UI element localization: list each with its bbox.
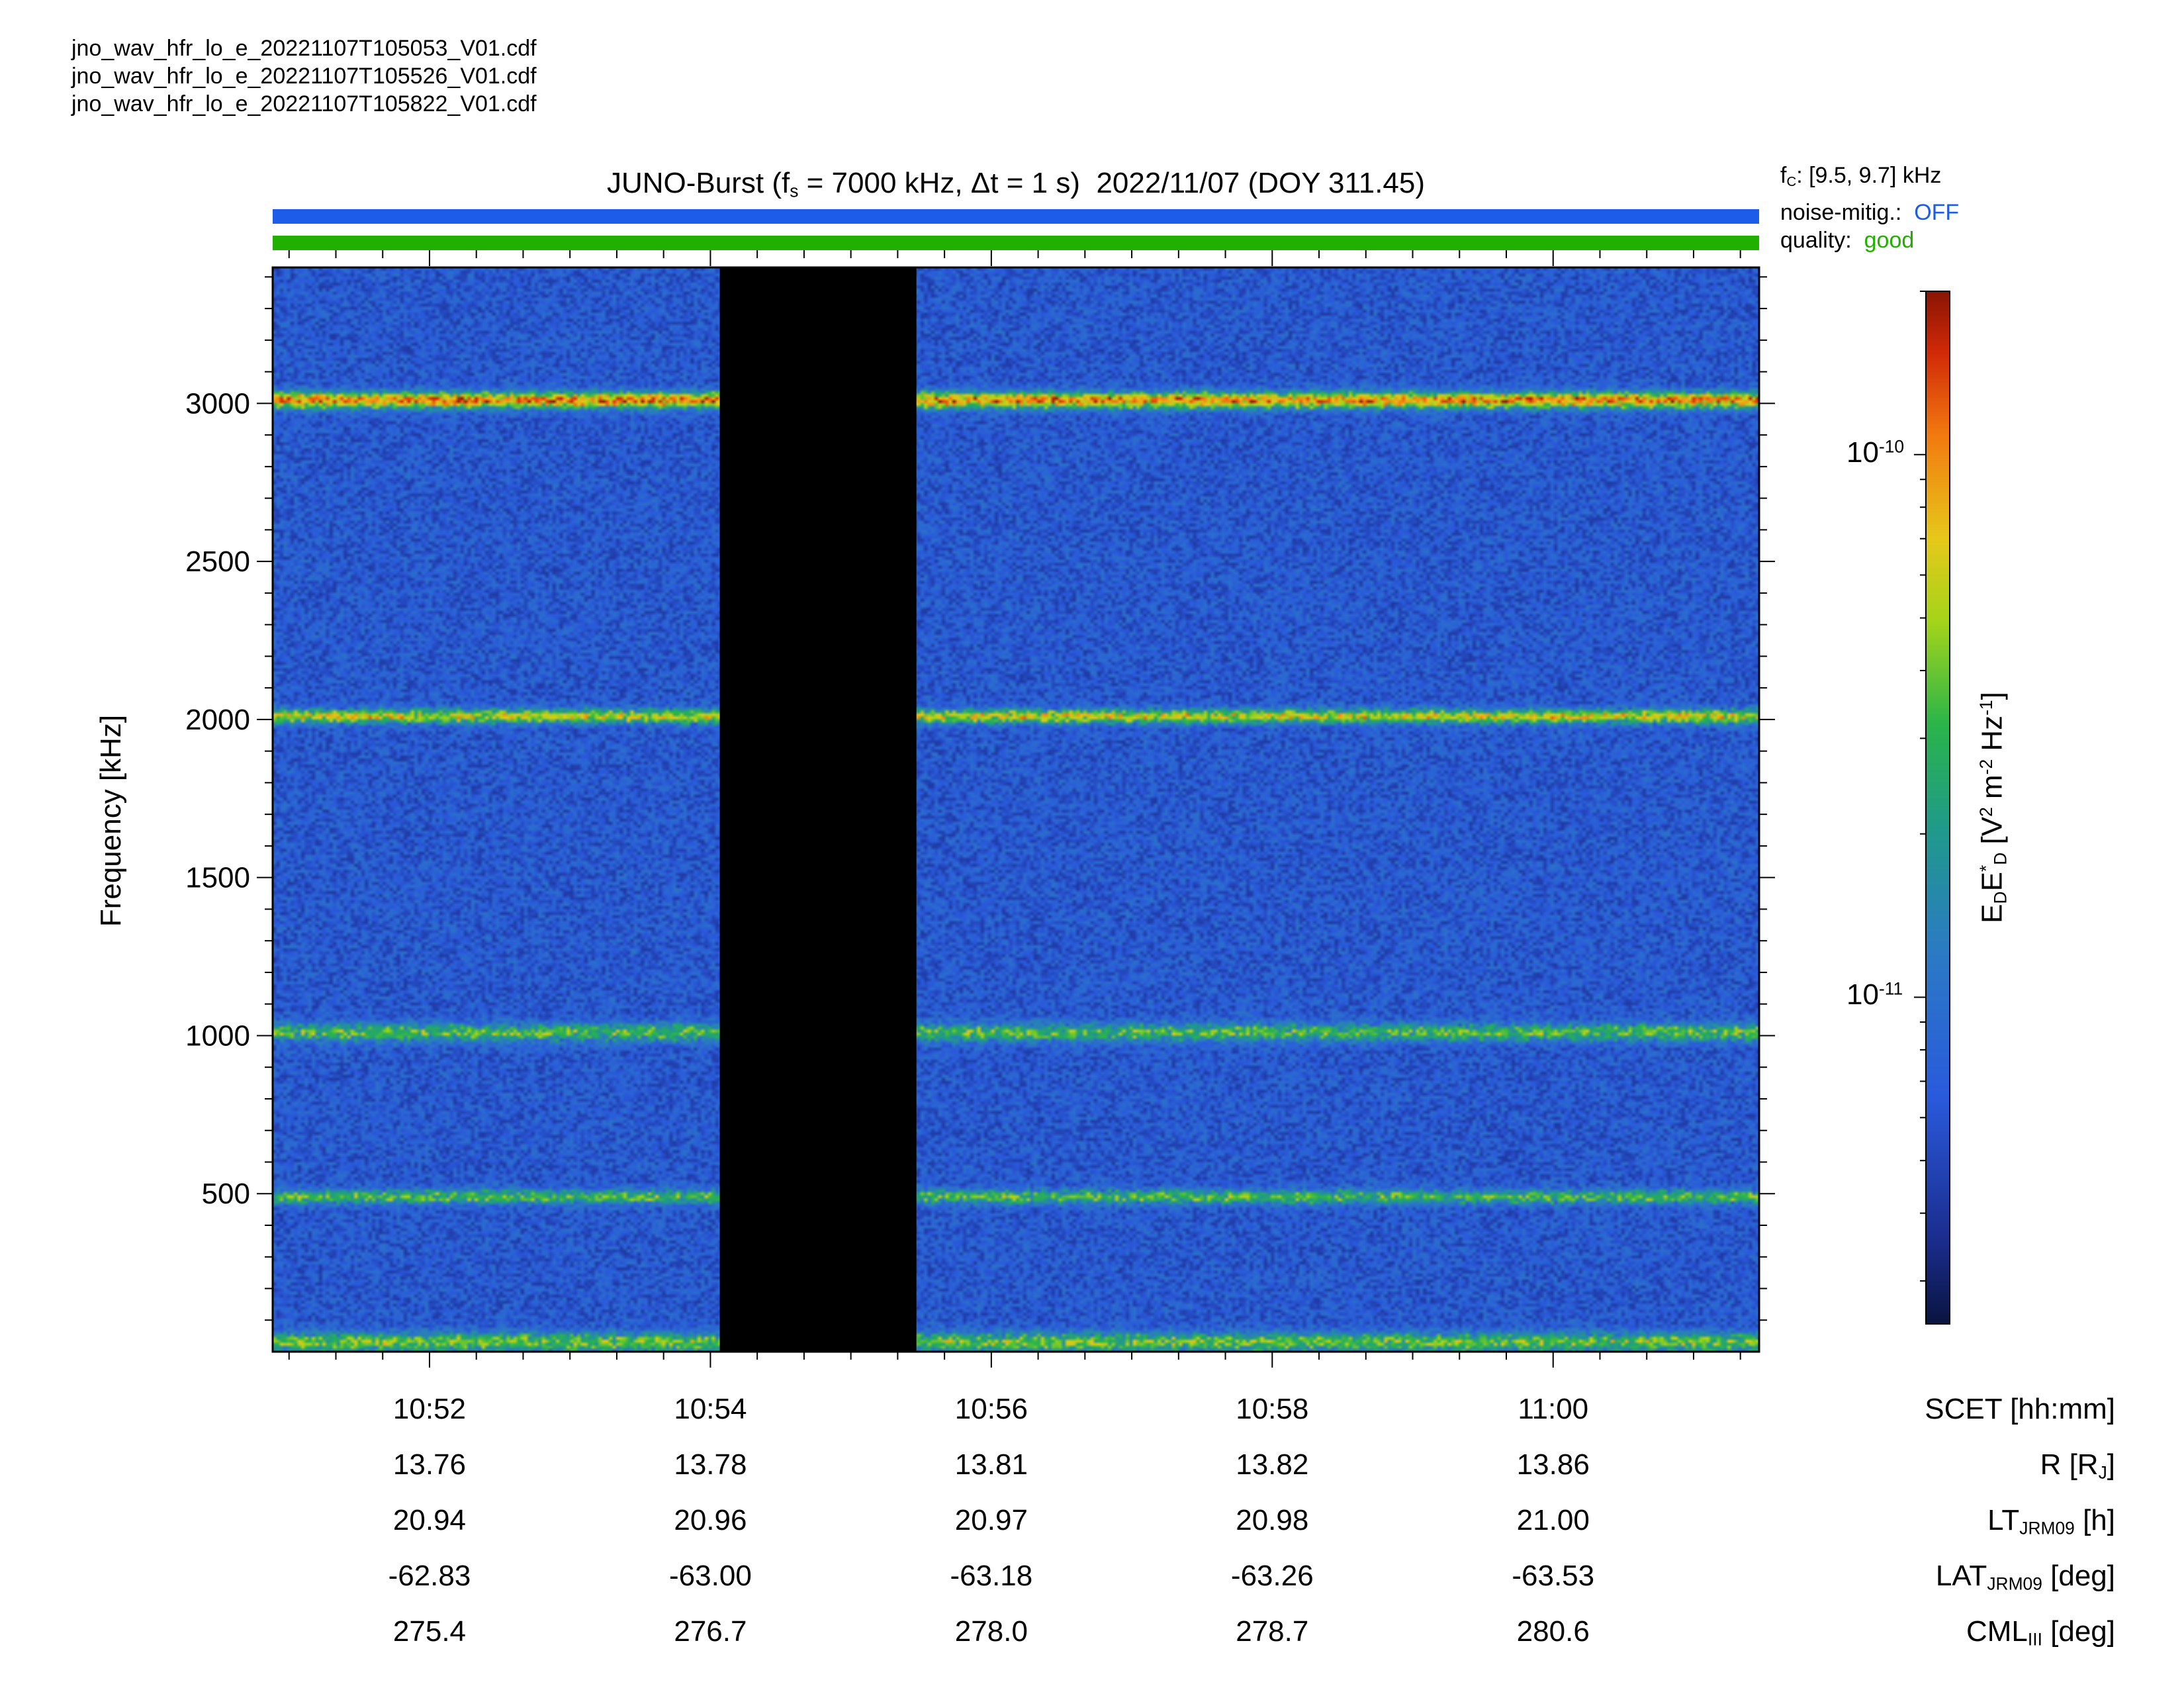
- ephemeris-value: 278.0: [954, 1615, 1028, 1648]
- ephemeris-row-label: SCET [hh:mm]: [1925, 1393, 2115, 1425]
- y-tick-label: 2500: [185, 545, 250, 578]
- ephemeris-value: 13.78: [674, 1448, 747, 1481]
- y-axis-label: Frequency [kHz]: [95, 714, 127, 927]
- quality-bar: [273, 236, 1759, 250]
- x-tick-label: 10:58: [1236, 1393, 1309, 1425]
- data-gap: [719, 267, 917, 1352]
- colorbar-tick-label: 10-11: [1846, 978, 1903, 1011]
- x-tick-label: 11:00: [1518, 1393, 1589, 1425]
- ephemeris-row-label: CMLIII [deg]: [1966, 1615, 2115, 1650]
- noise-mitigation-value: OFF: [1914, 200, 1960, 225]
- y-tick-label: 3000: [185, 387, 250, 420]
- ephemeris-value: -62.83: [388, 1560, 471, 1592]
- chart-title: JUNO-Burst (fs = 7000 kHz, Δt = 1 s) 202…: [606, 167, 1426, 201]
- colorbar-label: EDE*D [V2 m-2 Hz-1]: [1976, 692, 2011, 923]
- y-tick-label: 2000: [185, 704, 250, 736]
- ephemeris-value: 20.97: [954, 1504, 1028, 1536]
- quality-label: quality: good: [1780, 228, 1915, 253]
- ephemeris-value: 13.86: [1516, 1448, 1590, 1481]
- ephemeris-row-label: R [RJ]: [2040, 1448, 2115, 1483]
- x-tick-label: 10:52: [392, 1393, 467, 1425]
- colorbar: [1925, 291, 1950, 1325]
- ephemeris-value: 13.76: [392, 1448, 467, 1481]
- y-tick-label: 1000: [185, 1019, 250, 1052]
- ephemeris-value: 13.81: [954, 1448, 1028, 1481]
- y-tick-label: 1500: [185, 862, 250, 894]
- ephemeris-value: 20.98: [1236, 1504, 1309, 1536]
- ephemeris-value: 20.94: [392, 1504, 467, 1536]
- quality-value: good: [1864, 228, 1915, 253]
- ephemeris-value: 20.96: [674, 1504, 747, 1536]
- spectrogram-image: [273, 267, 1759, 1352]
- ephemeris-value: 280.6: [1516, 1615, 1590, 1648]
- ephemeris-value: -63.00: [669, 1560, 752, 1592]
- ephemeris-value: 278.7: [1236, 1615, 1309, 1648]
- y-tick-label: 500: [202, 1178, 250, 1210]
- x-tick-label: 10:56: [954, 1393, 1028, 1425]
- ephemeris-value: 275.4: [392, 1615, 467, 1648]
- ephemeris-row-label: LATJRM09 [deg]: [1935, 1560, 2115, 1594]
- ephemeris-value: 21.00: [1516, 1504, 1590, 1536]
- fc-label: fC: [9.5, 9.7] kHz: [1780, 163, 1942, 190]
- x-tick-label: 10:54: [674, 1393, 747, 1425]
- ephemeris-value: -63.18: [950, 1560, 1033, 1592]
- colorbar-tick-label: 10-10: [1846, 436, 1905, 469]
- noise-mitigation-label: noise-mitig.: OFF: [1780, 200, 1960, 225]
- ephemeris-value: -63.26: [1230, 1560, 1314, 1592]
- ephemeris-row-label: LTJRM09 [h]: [1987, 1504, 2115, 1538]
- noise-mitigation-bar: [273, 209, 1759, 224]
- ephemeris-value: 13.82: [1236, 1448, 1309, 1481]
- ephemeris-value: 276.7: [674, 1615, 747, 1648]
- ephemeris-value: -63.53: [1512, 1560, 1595, 1592]
